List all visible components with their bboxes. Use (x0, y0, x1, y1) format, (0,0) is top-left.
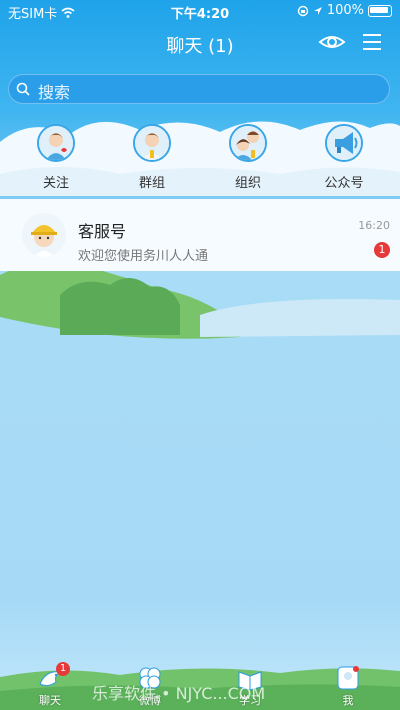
tab-label: 聊天 (39, 694, 61, 707)
chat-bird-icon: 1 (36, 662, 70, 692)
watermark: 乐享软件 • NJYC...COM (92, 684, 266, 703)
category-group[interactable]: 群组 (112, 124, 192, 194)
tab-badge: 1 (56, 662, 70, 676)
category-band: 关注 群组 组织 公众号 (0, 112, 400, 196)
organization-avatar-icon (229, 124, 267, 162)
nav-bar: 聊天 (1) (0, 24, 400, 60)
tab-me[interactable]: 我 (318, 664, 378, 710)
battery-percent: 100% (326, 3, 364, 18)
tab-chat[interactable]: 1 聊天 (20, 662, 80, 710)
orientation-lock-icon (297, 5, 309, 16)
group-avatar-icon (133, 124, 171, 162)
category-label: 群组 (138, 176, 165, 191)
category-official-accounts[interactable]: 公众号 (304, 124, 384, 194)
category-label: 组织 (234, 176, 261, 191)
chat-last-message: 欢迎您使用务川人人通 (78, 249, 209, 264)
category-label: 公众号 (324, 176, 364, 191)
menu-icon[interactable] (360, 30, 384, 54)
customer-service-avatar-icon (22, 213, 66, 257)
search-input[interactable]: 搜索 (8, 74, 390, 104)
search-icon (16, 82, 30, 96)
search-placeholder: 搜索 (38, 83, 71, 102)
follow-avatar-icon (37, 124, 75, 162)
eye-icon[interactable] (318, 30, 346, 54)
category-label: 关注 (42, 176, 69, 191)
unread-badge: 1 (374, 242, 390, 258)
tab-label: 我 (342, 694, 354, 707)
battery-icon (368, 4, 392, 17)
status-bar: 无SIM卡 下午4:20 100% (0, 0, 400, 22)
megaphone-icon (325, 124, 363, 162)
chat-name: 客服号 (78, 222, 127, 241)
status-right: 100% (297, 3, 392, 18)
category-follow[interactable]: 关注 (16, 124, 96, 194)
chat-list-item[interactable]: 客服号 欢迎您使用务川人人通 16:20 1 (0, 199, 400, 271)
category-organization[interactable]: 组织 (208, 124, 288, 194)
chat-time: 16:20 (358, 219, 390, 232)
profile-avatar-icon (334, 664, 362, 692)
location-icon (313, 6, 322, 15)
